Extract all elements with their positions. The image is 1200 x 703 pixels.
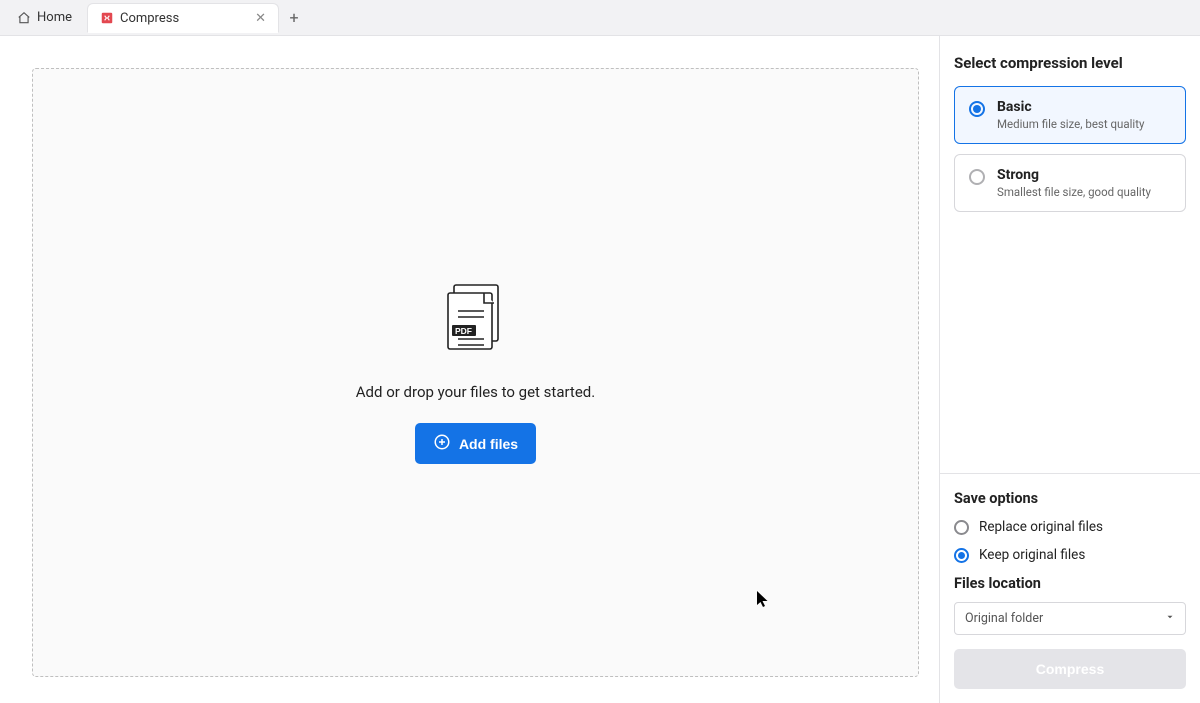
main-layout: PDF Add or drop your files to get starte…	[0, 36, 1200, 703]
compression-level-strong[interactable]: Strong Smallest file size, good quality	[954, 154, 1186, 212]
compress-icon	[100, 11, 114, 25]
sidebar-bottom: Save options Replace original files Keep…	[940, 473, 1200, 703]
level-subtitle: Smallest file size, good quality	[997, 185, 1151, 199]
save-options-title: Save options	[954, 490, 1186, 507]
tab-bar: Home Compress ✕ +	[0, 0, 1200, 36]
radio-icon	[954, 520, 969, 535]
level-title: Strong	[997, 167, 1151, 183]
radio-icon	[969, 101, 985, 117]
sidebar: Select compression level Basic Medium fi…	[940, 36, 1200, 703]
canvas-area: PDF Add or drop your files to get starte…	[0, 36, 940, 703]
radio-icon	[969, 169, 985, 185]
tab-home[interactable]: Home	[4, 3, 85, 33]
close-icon[interactable]: ✕	[255, 11, 266, 26]
compress-button[interactable]: Compress	[954, 649, 1186, 689]
home-icon	[17, 11, 31, 25]
new-tab-button[interactable]: +	[281, 5, 307, 31]
svg-text:PDF: PDF	[455, 326, 472, 336]
add-files-button[interactable]: Add files	[415, 423, 536, 464]
level-title: Basic	[997, 99, 1144, 115]
save-option-label: Keep original files	[979, 547, 1085, 563]
dropzone-prompt: Add or drop your files to get started.	[356, 383, 595, 401]
file-dropzone[interactable]: PDF Add or drop your files to get starte…	[32, 68, 919, 677]
files-location-select[interactable]: Original folder	[954, 602, 1186, 635]
save-option-keep[interactable]: Keep original files	[954, 547, 1186, 563]
files-location-value: Original folder	[965, 611, 1043, 626]
save-option-label: Replace original files	[979, 519, 1103, 535]
save-option-replace[interactable]: Replace original files	[954, 519, 1186, 535]
tab-compress-label: Compress	[120, 11, 179, 26]
add-files-label: Add files	[459, 436, 518, 452]
tab-compress[interactable]: Compress ✕	[87, 3, 279, 33]
radio-icon	[954, 548, 969, 563]
tab-home-label: Home	[37, 10, 72, 25]
compression-level-basic[interactable]: Basic Medium file size, best quality	[954, 86, 1186, 144]
compression-level-title: Select compression level	[954, 54, 1186, 72]
plus-circle-icon	[433, 433, 451, 454]
chevron-down-icon	[1165, 611, 1175, 626]
pdf-stack-icon: PDF	[440, 281, 512, 361]
level-subtitle: Medium file size, best quality	[997, 117, 1144, 131]
files-location-title: Files location	[954, 575, 1186, 592]
sidebar-top: Select compression level Basic Medium fi…	[940, 36, 1200, 473]
